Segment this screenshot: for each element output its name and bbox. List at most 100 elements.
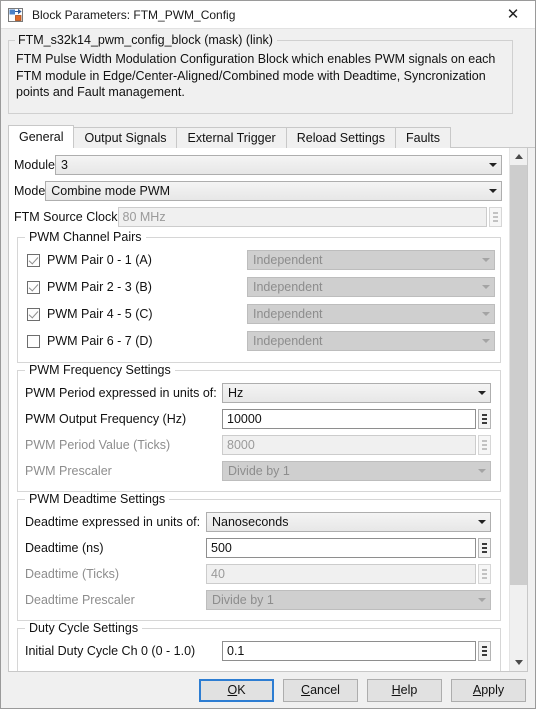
help-button-label: Help [391,683,418,697]
deadtime-units-label: Deadtime expressed in units of: [25,514,201,529]
description-section: FTM_s32k14_pwm_config_block (mask) (link… [1,29,535,114]
ok-button[interactable]: OK [199,678,274,702]
row-pwm-period-ticks: PWM Period Value (Ticks) 8000 [23,432,495,458]
channel-pair-row: PWM Pair 0 - 1 (A) Independent [23,247,495,274]
row-pwm-period-units: PWM Period expressed in units of: Hz [23,380,495,406]
pwm-period-ticks-input: 8000 [222,434,476,455]
chevron-down-icon [477,339,494,343]
checkbox-pwm-pair-6-7[interactable] [27,334,40,348]
dialog-button-bar: OK Cancel Help Apply [1,672,535,708]
deadtime-units-value: Nanoseconds [212,514,289,529]
row-initial-duty-cycle-ch0: Initial Duty Cycle Ch 0 (0 - 1.0) 0.1 [23,638,495,664]
initial-duty-cycle-ch0-input[interactable]: 0.1 [222,640,476,661]
pwm-output-frequency-input[interactable]: 10000 [222,408,476,429]
pair-mode-value-0-1: Independent [253,253,323,267]
tab-general[interactable]: General [8,124,75,148]
deadtime-ns-value: 500 [211,540,232,555]
pair-mode-dropdown-2-3: Independent [247,277,495,297]
deadtime-ticks-stepper [478,563,491,584]
checkbox-pwm-pair-2-3[interactable] [27,280,40,294]
apply-button-label: Apply [472,683,505,697]
chevron-down-icon [473,597,490,602]
row-pwm-prescaler: PWM Prescaler Divide by 1 [23,458,495,484]
duty-cycle-settings-groupbox: Duty Cycle Settings Initial Duty Cycle C… [17,620,501,671]
pwm-output-frequency-value: 10000 [227,411,262,426]
ftm-source-clock-input: 80 MHz [117,206,487,227]
row-deadtime-ns: Deadtime (ns) 500 [23,535,495,561]
initial-duty-cycle-ch0-value: 0.1 [227,643,245,658]
tab-external-trigger[interactable]: External Trigger [176,126,287,148]
chevron-down-icon [484,162,501,167]
cancel-button-label: Cancel [301,683,340,697]
chevron-down-icon [477,312,494,316]
pwm-channel-pairs-groupbox: PWM Channel Pairs PWM Pair 0 - 1 (A) Ind… [17,229,501,363]
mode-dropdown[interactable]: Combine mode PWM [45,180,502,201]
deadtime-ns-input[interactable]: 500 [206,537,476,558]
module-dropdown[interactable]: 3 [55,154,502,175]
pwm-output-frequency-label: PWM Output Frequency (Hz) [25,411,187,426]
chevron-down-icon [473,390,490,395]
vertical-scrollbar[interactable] [509,147,527,671]
tab-output-signals[interactable]: Output Signals [73,126,178,148]
deadtime-units-dropdown[interactable]: Nanoseconds [206,511,491,532]
ftm-source-clock-value: 80 MHz [122,209,166,224]
general-tab-panel: Module 3 Mode Combine mode PWM FTM Sourc… [8,147,528,672]
ok-button-label: OK [227,683,246,697]
description-groupbox: FTM_s32k14_pwm_config_block (mask) (link… [8,33,513,114]
title-bar: Block Parameters: FTM_PWM_Config ✕ [1,1,535,29]
channel-pair-row: PWM Pair 6 - 7 (D) Independent [23,328,495,355]
channel-pair-row: PWM Pair 4 - 5 (C) Independent [23,301,495,328]
window-title: Block Parameters: FTM_PWM_Config [32,7,236,22]
pwm-frequency-settings-groupbox: PWM Frequency Settings PWM Period expres… [17,362,501,492]
deadtime-ticks-label: Deadtime (Ticks) [25,566,119,581]
pwm-channel-pairs-legend: PWM Channel Pairs [25,229,146,244]
row-ftm-source-clock: FTM Source Clock 80 MHz [12,204,506,230]
row-mode: Mode Combine mode PWM [12,178,506,204]
pwm-output-frequency-stepper[interactable] [478,408,491,429]
tab-bar: General Output Signals External Trigger … [1,124,535,148]
pair-mode-dropdown-4-5: Independent [247,304,495,324]
pwm-period-ticks-stepper [478,434,491,455]
mask-name-legend: FTM_s32k14_pwm_config_block (mask) (link… [15,33,277,47]
scroll-down-icon[interactable] [510,654,527,671]
pair-mode-dropdown-0-1: Independent [247,250,495,270]
description-text: FTM Pulse Width Modulation Configuration… [16,52,496,99]
tab-reload-settings[interactable]: Reload Settings [285,126,396,148]
pwm-period-units-dropdown[interactable]: Hz [222,382,491,403]
scroll-up-icon[interactable] [510,148,527,165]
deadtime-ns-stepper[interactable] [478,537,491,558]
block-parameters-dialog: Block Parameters: FTM_PWM_Config ✕ FTM_s… [0,0,536,709]
row-pwm-output-frequency: PWM Output Frequency (Hz) 10000 [23,406,495,432]
mode-label: Mode [14,183,46,198]
cancel-button[interactable]: Cancel [283,678,358,702]
checkbox-pwm-pair-0-1[interactable] [27,253,40,267]
ftm-source-clock-stepper [489,206,502,227]
pwm-period-units-label: PWM Period expressed in units of: [25,385,217,400]
chevron-down-icon [484,188,501,193]
initial-duty-cycle-ch0-stepper[interactable] [478,640,491,661]
mode-value: Combine mode PWM [51,183,171,198]
scrollbar-thumb[interactable] [510,164,527,586]
checkbox-pwm-pair-4-5[interactable] [27,307,40,321]
ftm-source-clock-label: FTM Source Clock [14,209,118,224]
deadtime-prescaler-dropdown: Divide by 1 [206,589,491,610]
pair-mode-dropdown-6-7: Independent [247,331,495,351]
pwm-prescaler-label: PWM Prescaler [25,463,112,478]
pair-mode-value-2-3: Independent [253,280,323,294]
deadtime-prescaler-label: Deadtime Prescaler [25,592,135,607]
apply-button[interactable]: Apply [451,678,526,702]
channel-pair-row: PWM Pair 2 - 3 (B) Independent [23,274,495,301]
checkbox-label-pwm-pair-4-5: PWM Pair 4 - 5 (C) [47,307,153,321]
pair-mode-value-4-5: Independent [253,307,323,321]
pwm-deadtime-settings-groupbox: PWM Deadtime Settings Deadtime expressed… [17,491,501,621]
pwm-prescaler-dropdown: Divide by 1 [222,460,491,481]
chevron-down-icon [477,285,494,289]
pwm-frequency-settings-legend: PWM Frequency Settings [25,362,175,377]
pwm-period-units-value: Hz [228,385,244,400]
scroll-viewport: Module 3 Mode Combine mode PWM FTM Sourc… [9,148,509,671]
scrollbar-track[interactable] [510,164,527,654]
close-icon[interactable]: ✕ [491,1,535,28]
help-button[interactable]: Help [367,678,442,702]
pwm-prescaler-value: Divide by 1 [228,463,290,478]
tab-faults[interactable]: Faults [394,126,452,148]
